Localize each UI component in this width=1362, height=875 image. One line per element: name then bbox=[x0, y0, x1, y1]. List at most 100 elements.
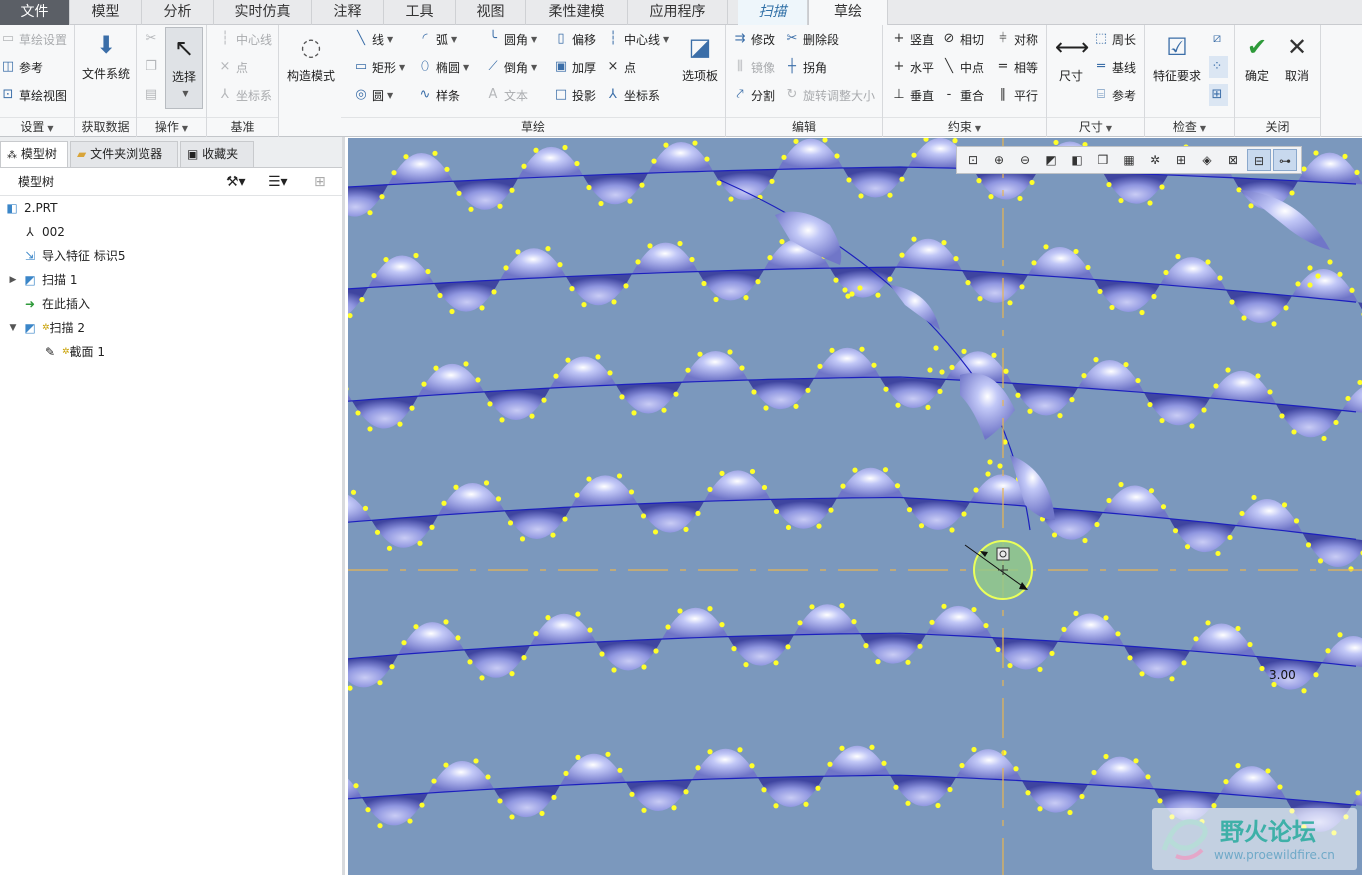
tree-item-insert-here[interactable]: ➜ 在此插入 bbox=[22, 293, 90, 315]
sketch-setup-button[interactable]: ▭ 草绘设置 bbox=[0, 28, 67, 50]
perpendicular-constraint-button[interactable]: ⊥ 垂直 bbox=[891, 84, 934, 106]
tab-realtime-simulation[interactable]: 实时仿真 bbox=[214, 0, 312, 25]
delete-segment-button[interactable]: ✂ 删除段 bbox=[784, 28, 839, 50]
tab-applications[interactable]: 应用程序 bbox=[628, 0, 728, 25]
datum-csys-button[interactable]: ⅄ 坐标系 bbox=[217, 84, 272, 106]
group-operations-title[interactable]: 操作 ▼ bbox=[137, 117, 206, 135]
collapse-arrow-icon[interactable]: ▼ bbox=[8, 320, 18, 336]
tree-filter-icon[interactable]: ☰▾ bbox=[268, 168, 288, 196]
palette-button[interactable]: ◪ 选项板 bbox=[677, 31, 723, 84]
midpoint-constraint-button[interactable]: ╲ 中点 bbox=[941, 56, 984, 78]
tab-folder-browser[interactable]: ▰ 文件夹浏览器 bbox=[70, 141, 178, 167]
sketch-csys-button[interactable]: ⅄ 坐标系 bbox=[605, 84, 660, 106]
highlight-open-ends-button[interactable]: ⁘ bbox=[1209, 56, 1228, 78]
datum-centerline-button[interactable]: ┆ 中心线 bbox=[217, 28, 272, 50]
dimension-button[interactable]: ⟷ 尺寸 bbox=[1049, 31, 1093, 84]
circle-diameter-dimension[interactable]: 3.00 bbox=[1269, 668, 1296, 682]
tab-sketch[interactable]: 草绘 bbox=[808, 0, 888, 25]
coincident-constraint-button[interactable]: - 重合 bbox=[941, 84, 984, 106]
rotate-resize-button[interactable]: ↻ 旋转调整大小 bbox=[784, 84, 875, 106]
tab-model-tree[interactable]: ⁂ 模型树 bbox=[0, 141, 68, 167]
select-button[interactable]: ↖ 选择 ▼ bbox=[165, 27, 203, 109]
tab-analysis[interactable]: 分析 bbox=[142, 0, 214, 25]
thicken-button[interactable]: ▣ 加厚 bbox=[553, 56, 596, 78]
sketch-view-button[interactable]: ⊡ 草绘视图 bbox=[0, 84, 67, 106]
refit-icon[interactable]: ⊡ bbox=[961, 149, 985, 171]
text-button[interactable]: A 文本 bbox=[485, 84, 528, 106]
saved-orientations-icon[interactable]: ❒ bbox=[1091, 149, 1115, 171]
baseline-button[interactable]: ═ 基线 bbox=[1093, 56, 1136, 78]
view-manager-icon[interactable]: ▦ bbox=[1117, 149, 1141, 171]
datum-point-button[interactable]: × 点 bbox=[217, 56, 248, 78]
group-inspect-title[interactable]: 检查 ▼ bbox=[1145, 117, 1234, 135]
tab-view[interactable]: 视图 bbox=[456, 0, 526, 25]
rectangle-button[interactable]: ▭ 矩形 ▼ bbox=[353, 56, 405, 78]
zoom-in-icon[interactable]: ⊕ bbox=[987, 149, 1011, 171]
arc-button[interactable]: ◜ 弧 ▼ bbox=[417, 28, 457, 50]
datum-display-filters-icon[interactable]: ✲ bbox=[1143, 149, 1167, 171]
parallel-constraint-button[interactable]: ∥ 平行 bbox=[995, 84, 1038, 106]
references-button[interactable]: ◫ 参考 bbox=[0, 56, 43, 78]
sketch-constraints-display-icon[interactable]: ⊶ bbox=[1273, 149, 1297, 171]
horizontal-constraint-button[interactable]: + 水平 bbox=[891, 56, 934, 78]
overlapping-geometry-button[interactable]: ⧄ bbox=[1209, 28, 1228, 50]
fillet-button[interactable]: ╰ 圆角 ▼ bbox=[485, 28, 537, 50]
tree-item-part[interactable]: ◧ 2.PRT bbox=[4, 197, 57, 219]
tree-item-csys[interactable]: ⅄ 002 bbox=[22, 221, 65, 243]
group-settings-title[interactable]: 设置 ▼ bbox=[0, 117, 74, 135]
spline-button[interactable]: ∿ 样条 bbox=[417, 84, 460, 106]
chamfer-button[interactable]: ⟋ 倒角 ▼ bbox=[485, 56, 537, 78]
zoom-out-icon[interactable]: ⊖ bbox=[1013, 149, 1037, 171]
tangent-constraint-button[interactable]: ⊘ 相切 bbox=[941, 28, 984, 50]
tab-file[interactable]: 文件 bbox=[0, 0, 70, 25]
project-button[interactable]: □ 投影 bbox=[553, 84, 596, 106]
sketch-point-button[interactable]: × 点 bbox=[605, 56, 636, 78]
reference-dimension-button[interactable]: ⌸ 参考 bbox=[1093, 84, 1136, 106]
tab-model[interactable]: 模型 bbox=[70, 0, 142, 25]
tree-item-sweep-1[interactable]: ▶ ◩ 扫描 1 bbox=[8, 269, 78, 291]
tree-item-sweep-2[interactable]: ▼ ◩ ✲ 扫描 2 bbox=[8, 317, 85, 339]
divide-button[interactable]: ⤤ 分割 bbox=[732, 84, 775, 106]
tab-tools[interactable]: 工具 bbox=[384, 0, 456, 25]
tree-item-section-1[interactable]: ✎ ✲ 截面 1 bbox=[42, 341, 105, 363]
feature-requirements-button[interactable]: ☑ 特征要求 bbox=[1147, 31, 1207, 84]
symmetric-constraint-button[interactable]: ⫩ 对称 bbox=[995, 28, 1038, 50]
cut-button[interactable]: ✂ bbox=[143, 28, 162, 50]
offset-button[interactable]: ▯ 偏移 bbox=[553, 28, 596, 50]
sketcher-display-filters-icon[interactable]: ⊟ bbox=[1247, 149, 1271, 171]
circle-button[interactable]: ◎ 圆 ▼ bbox=[353, 84, 393, 106]
tab-annotate[interactable]: 注释 bbox=[312, 0, 384, 25]
graphics-window[interactable]: 3.00 bbox=[348, 138, 1362, 875]
expand-arrow-icon[interactable]: ▶ bbox=[8, 272, 18, 288]
repaint-icon[interactable]: ◩ bbox=[1039, 149, 1063, 171]
ellipse-button[interactable]: ⬯ 椭圆 ▼ bbox=[417, 56, 469, 78]
tree-settings-icon[interactable]: ⚒▾ bbox=[226, 168, 246, 196]
equal-constraint-button[interactable]: = 相等 bbox=[995, 56, 1038, 78]
mirror-button[interactable]: ⫼ 镜像 bbox=[732, 56, 775, 78]
tree-columns-icon[interactable]: ⊞ bbox=[314, 168, 326, 196]
copy-button[interactable]: ❐ bbox=[143, 56, 162, 78]
line-button[interactable]: ╲ 线 ▼ bbox=[353, 28, 393, 50]
display-style-icon[interactable]: ◧ bbox=[1065, 149, 1089, 171]
shade-closed-loops-button[interactable]: ⊞ bbox=[1209, 84, 1228, 106]
center-point-marker[interactable] bbox=[996, 547, 1010, 561]
group-constrain-title[interactable]: 约束 ▼ bbox=[883, 117, 1046, 135]
spin-center-icon[interactable]: ◈ bbox=[1195, 149, 1219, 171]
cancel-button[interactable]: ✕ 取消 bbox=[1277, 31, 1317, 84]
vertical-constraint-button[interactable]: + 竖直 bbox=[891, 28, 934, 50]
tab-sweep[interactable]: 扫描 bbox=[738, 0, 808, 25]
file-system-button[interactable]: ⬇ 文件系统 bbox=[78, 29, 134, 82]
group-dimension-title[interactable]: 尺寸 ▼ bbox=[1047, 117, 1144, 135]
construction-mode-button[interactable]: ◌ 构造模式 bbox=[281, 31, 341, 84]
sketch-centerline-button[interactable]: ┆ 中心线 ▼ bbox=[605, 28, 669, 50]
paste-button[interactable]: ▤ bbox=[143, 84, 162, 106]
model-viewport[interactable] bbox=[348, 138, 1362, 875]
tab-flexible-modeling[interactable]: 柔性建模 bbox=[526, 0, 628, 25]
modify-button[interactable]: ⇉ 修改 bbox=[732, 28, 775, 50]
ok-button[interactable]: ✔ 确定 bbox=[1237, 31, 1277, 84]
annotation-display-icon[interactable]: ⊞ bbox=[1169, 149, 1193, 171]
sketch-view-icon[interactable]: ⊠ bbox=[1221, 149, 1245, 171]
perimeter-button[interactable]: ⬚ 周长 bbox=[1093, 28, 1136, 50]
tab-favorites[interactable]: ▣ 收藏夹 bbox=[180, 141, 254, 167]
corner-button[interactable]: ┼ 拐角 bbox=[784, 56, 827, 78]
